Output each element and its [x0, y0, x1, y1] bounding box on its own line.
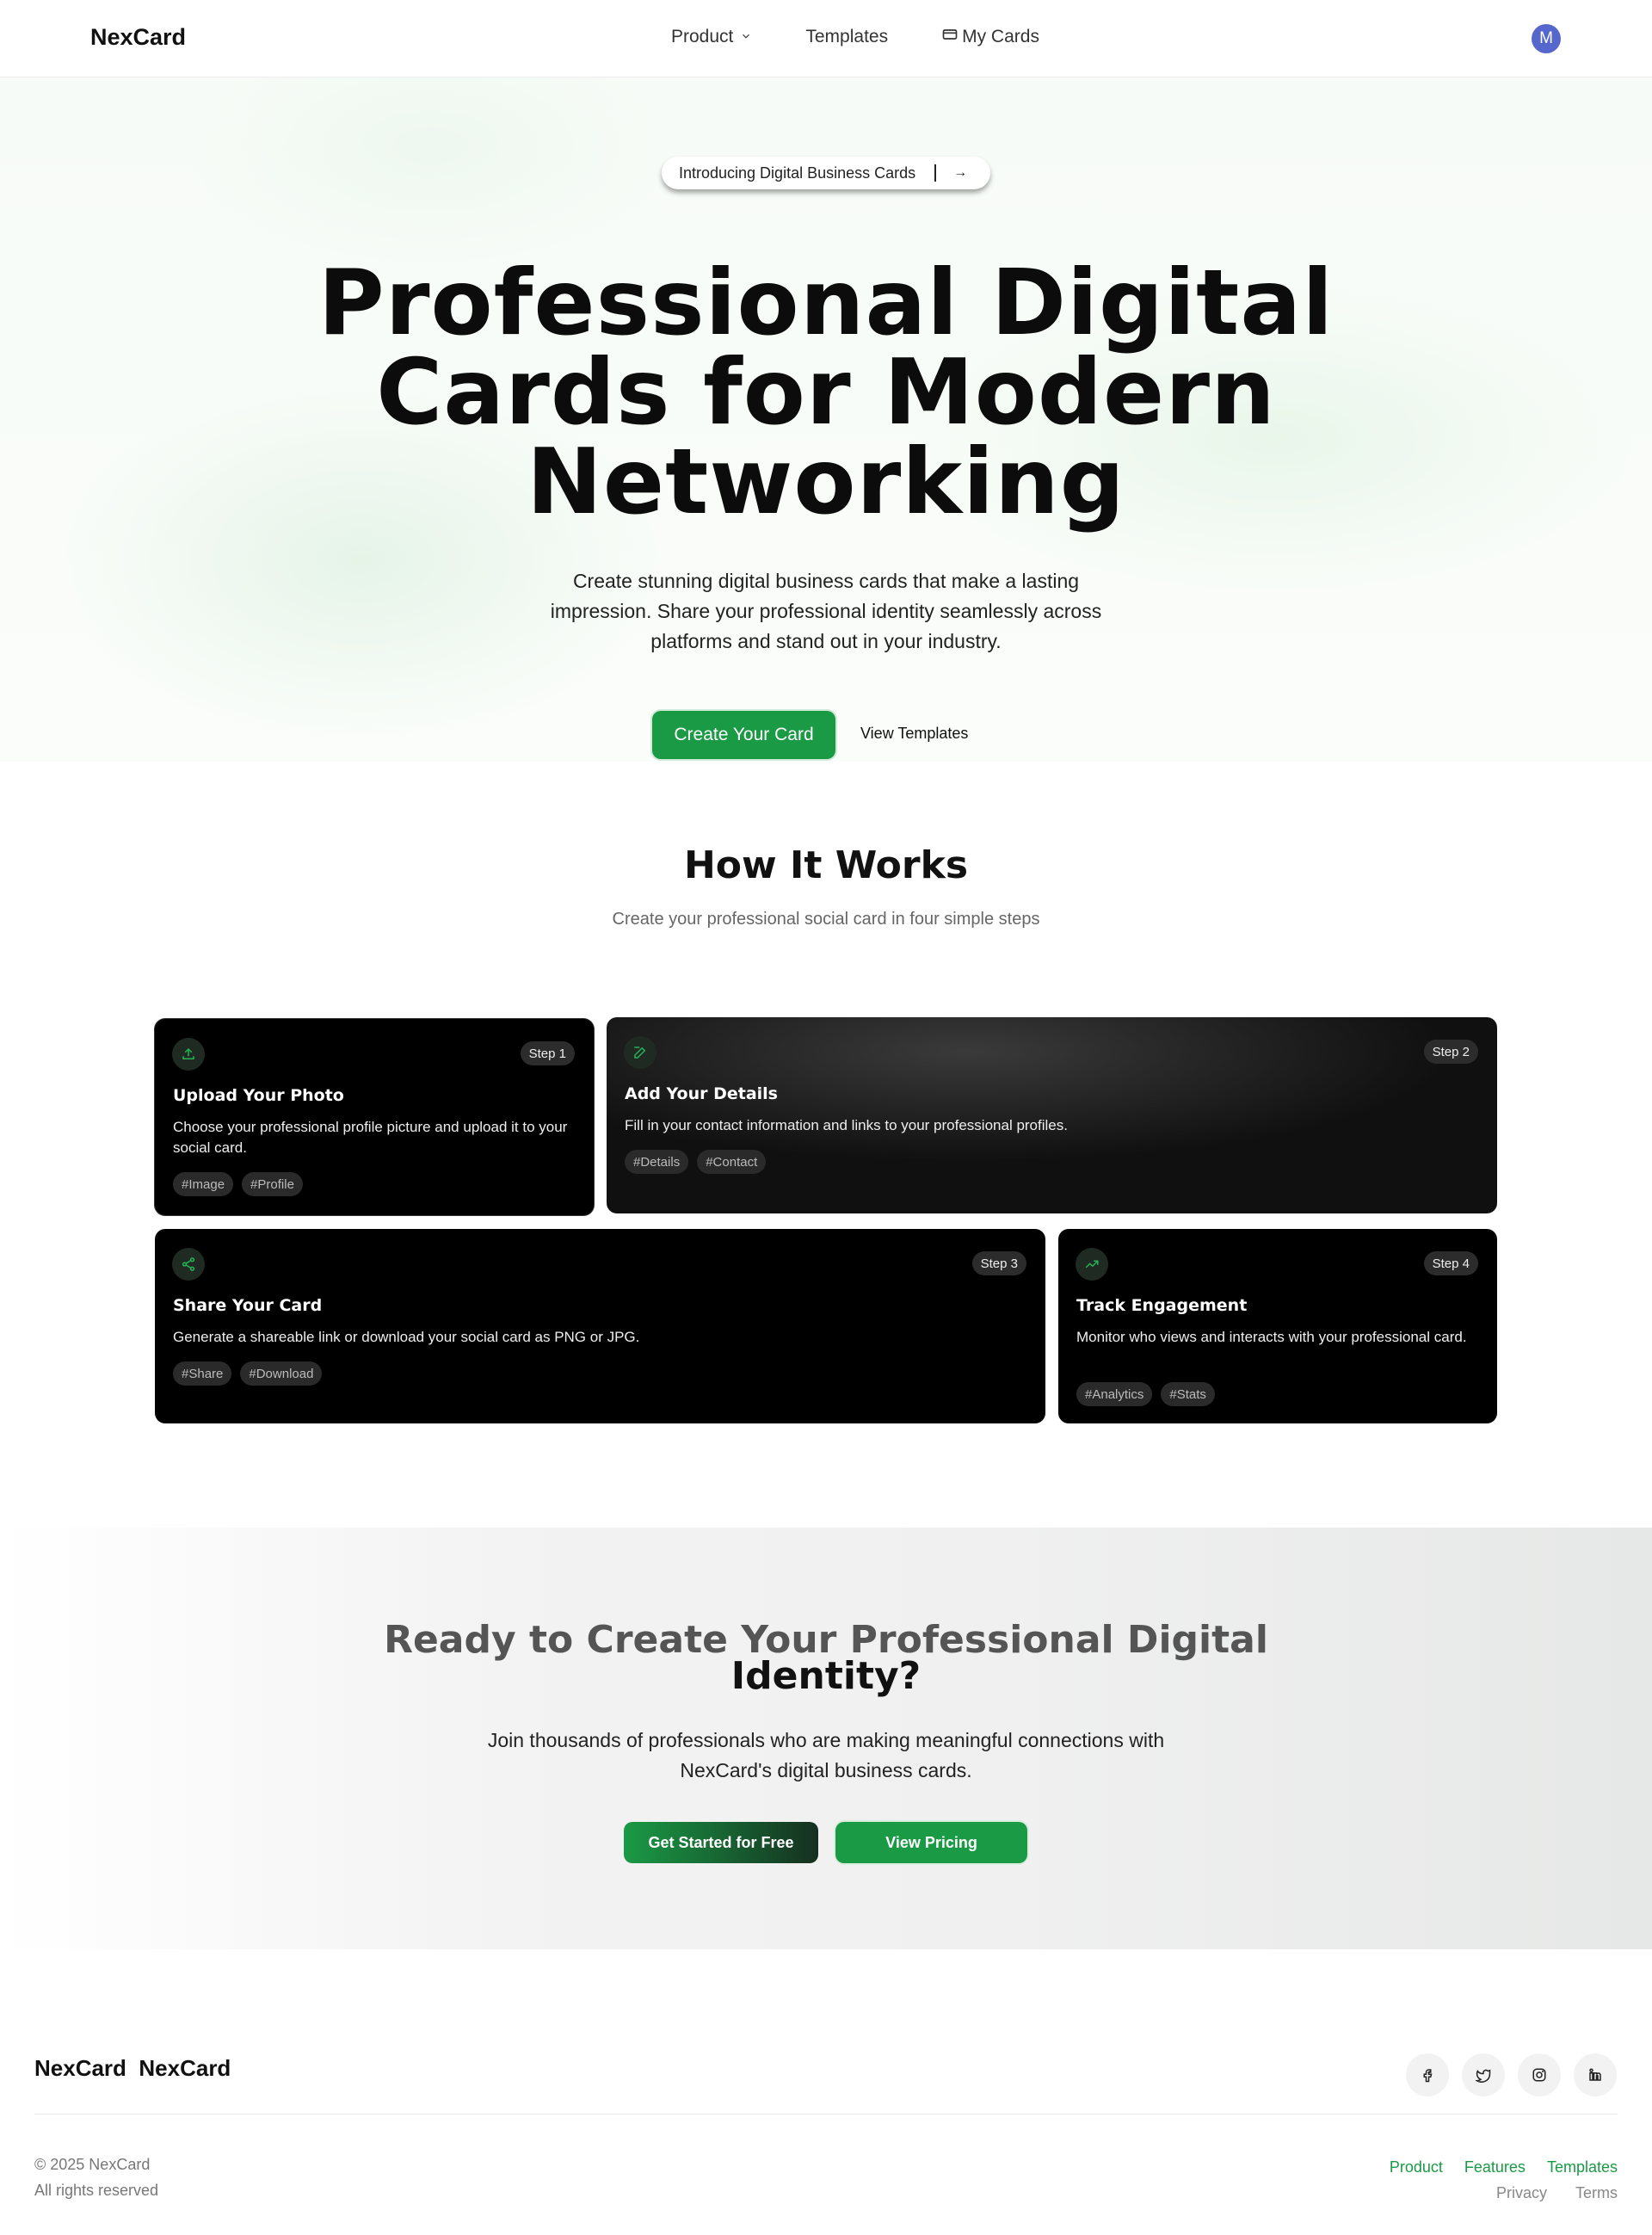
footer-link-privacy[interactable]: Privacy — [1496, 2184, 1547, 2201]
cta-title-line2: Identity? — [730, 1654, 922, 1698]
step-title: Add Your Details — [625, 1084, 778, 1103]
upload-icon — [172, 1038, 205, 1071]
cta-subtitle: Join thousands of professionals who are … — [487, 1729, 1165, 1781]
step-card-1[interactable]: Step 1 Upload Your Photo Choose your pro… — [155, 1019, 594, 1215]
step-title: Upload Your Photo — [173, 1086, 344, 1105]
share-icon — [172, 1248, 205, 1281]
footer-brand[interactable]: NexCard NexCard — [34, 2055, 231, 2082]
step-badge: Step 1 — [520, 1041, 575, 1065]
footer-link-features[interactable]: Features — [1464, 2158, 1526, 2176]
footer-link-templates[interactable]: Templates — [1547, 2158, 1618, 2176]
linkedin-icon[interactable] — [1574, 2053, 1617, 2096]
nav-links: Product Templates My Cards — [671, 26, 1093, 48]
nav-my-cards[interactable]: My Cards — [941, 26, 1039, 48]
step-badge: Step 2 — [1423, 1040, 1478, 1064]
view-templates-button[interactable]: View Templates — [860, 725, 968, 743]
footer-link-product[interactable]: Product — [1390, 2158, 1443, 2176]
tag[interactable]: #Stats — [1161, 1382, 1215, 1406]
facebook-icon[interactable] — [1406, 2053, 1449, 2096]
tag-list: #Details #Contact — [625, 1150, 767, 1174]
tag[interactable]: #Details — [625, 1150, 689, 1174]
nav-my-cards-label: My Cards — [962, 27, 1039, 46]
step-description: Monitor who views and interacts with you… — [1076, 1329, 1467, 1345]
twitter-icon[interactable] — [1462, 2053, 1505, 2096]
nav-product-label: Product — [671, 27, 734, 46]
step-description: Fill in your contact information and lin… — [625, 1117, 1068, 1133]
card-icon — [941, 26, 959, 48]
nav-templates-label: Templates — [805, 27, 889, 46]
step-description: Generate a shareable link or download yo… — [173, 1329, 640, 1345]
step-card-4[interactable]: Step 4 Track Engagement Monitor who view… — [1058, 1229, 1497, 1423]
chevron-down-icon — [740, 27, 752, 47]
copyright-text: © 2025 NexCard — [34, 2156, 151, 2173]
pill-text: Introducing Digital Business Cards — [679, 164, 916, 182]
get-started-button[interactable]: Get Started for Free — [624, 1822, 818, 1863]
cta-section: Ready to Create Your Professional Digita… — [0, 1528, 1652, 1949]
brand-logo[interactable]: NexCard — [90, 24, 186, 51]
announcement-pill[interactable]: Introducing Digital Business Cards → — [662, 157, 990, 189]
tag-list: #Analytics #Stats — [1076, 1382, 1215, 1406]
tag[interactable]: #Analytics — [1076, 1382, 1153, 1406]
pill-divider — [934, 164, 937, 182]
tag[interactable]: #Image — [173, 1172, 234, 1196]
footer-links: Product Features Templates Privacy Terms — [1372, 2154, 1618, 2206]
step-description: Choose your professional profile picture… — [173, 1119, 568, 1156]
hero-title: Professional Digital Cards for Modern Ne… — [0, 250, 1652, 534]
nav-product[interactable]: Product — [671, 27, 752, 47]
nav-templates[interactable]: Templates — [805, 27, 888, 47]
edit-icon — [624, 1036, 656, 1069]
how-title: How It Works — [683, 843, 969, 887]
footer-copyright: © 2025 NexCard All rights reserved — [34, 2152, 158, 2203]
step-card-3[interactable]: Step 3 Share Your Card Generate a sharea… — [155, 1229, 1045, 1423]
how-subtitle: Create your professional social card in … — [612, 910, 1040, 929]
top-nav: NexCard Product Templates My Cards M — [0, 0, 1652, 77]
hero-title-line: Networking — [527, 429, 1125, 534]
tag[interactable]: #Share — [173, 1361, 232, 1386]
step-badge: Step 4 — [1423, 1251, 1478, 1275]
step-card-2[interactable]: Step 2 Add Your Details Fill in your con… — [607, 1017, 1497, 1213]
hero-title-line: Cards for Modern — [376, 340, 1276, 445]
step-badge: Step 3 — [971, 1251, 1026, 1275]
tag[interactable]: #Contact — [697, 1150, 767, 1174]
cta-title: Ready to Create Your Professional Digita… — [0, 1621, 1652, 1698]
hero-section: Introducing Digital Business Cards → Pro… — [0, 77, 1652, 762]
tag-list: #Image #Profile — [173, 1172, 303, 1196]
trending-up-icon — [1076, 1248, 1108, 1281]
step-title: Share Your Card — [173, 1296, 323, 1315]
instagram-icon[interactable] — [1518, 2053, 1561, 2096]
arrow-right-icon: → — [953, 165, 968, 180]
tag-list: #Share #Download — [173, 1361, 323, 1386]
tag[interactable]: #Download — [240, 1361, 323, 1386]
hero-title-line: Professional Digital — [317, 250, 1335, 355]
create-card-button[interactable]: Create Your Card — [652, 711, 835, 759]
footer-divider — [34, 2114, 1618, 2115]
view-pricing-button[interactable]: View Pricing — [835, 1822, 1027, 1863]
footer-link-terms[interactable]: Terms — [1575, 2184, 1618, 2201]
step-title: Track Engagement — [1076, 1296, 1248, 1315]
tag[interactable]: #Profile — [242, 1172, 303, 1196]
avatar[interactable]: M — [1532, 24, 1561, 53]
hero-subtitle: Create stunning digital business cards t… — [550, 570, 1102, 652]
rights-text: All rights reserved — [34, 2182, 159, 2199]
